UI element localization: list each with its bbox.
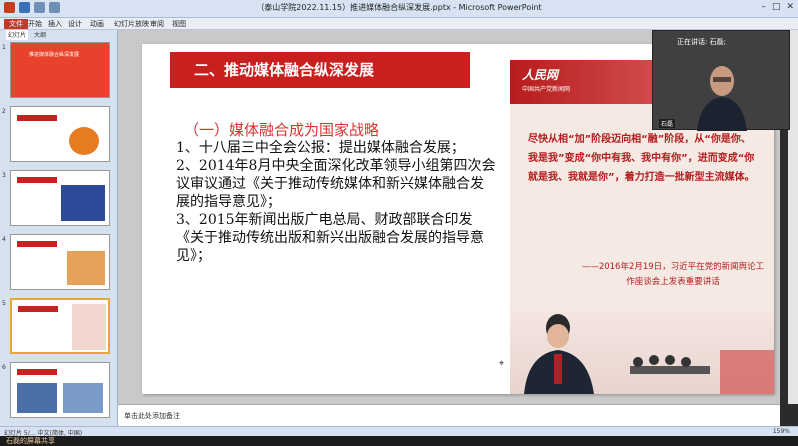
- slide-subtitle[interactable]: （一）媒体融合成为国家战略: [184, 119, 379, 140]
- thumbnail-number: 6: [2, 364, 6, 371]
- tab-design[interactable]: 设计: [68, 19, 82, 29]
- thumbnail-banner: [17, 115, 57, 121]
- bullet-point-2: 2、2014年8月中央全面深化改革领导小组第四次会议审议通过《关于推动传统媒体和…: [176, 158, 496, 210]
- tab-slides[interactable]: 幻灯片: [6, 30, 29, 40]
- minimize-icon[interactable]: –: [761, 2, 766, 12]
- thumbnail-image: [72, 304, 106, 350]
- zoom-level[interactable]: 159%: [773, 428, 790, 435]
- thumbnail-number: 3: [2, 172, 6, 179]
- slide-thumbnail[interactable]: 推进媒体融合纵深发展: [10, 42, 110, 98]
- thumbnail-banner: [17, 241, 57, 247]
- people-daily-logo: 人民网: [522, 68, 559, 82]
- notes-placeholder: 单击此处添加备注: [124, 412, 180, 420]
- thumbnail-banner: [17, 369, 57, 375]
- slide-body-text[interactable]: 1、十八届三中全会公报：提出媒体融合发展； 2、2014年8月中央全面深化改革领…: [176, 139, 496, 265]
- bullet-point-3: 3、2015年新闻出版广电总局、财政部联合印发《关于推动传统出版和新兴出版融合发…: [176, 212, 484, 264]
- slide-title[interactable]: 二、推动媒体融合纵深发展: [194, 59, 374, 80]
- panel-tabs: 幻灯片 大纲: [0, 30, 117, 40]
- tab-slideshow[interactable]: 幻灯片放映: [114, 19, 149, 29]
- slide-thumbnail[interactable]: [10, 170, 110, 226]
- participant-name: 石磊: [659, 119, 676, 128]
- thumbnail-number: 5: [2, 300, 6, 307]
- status-bar: 幻灯片 5/… 中文(简体, 中国) 159%: [0, 426, 798, 437]
- screen-share-bar: 石磊的屏幕共享: [0, 436, 798, 446]
- speaker-photo: [510, 310, 774, 394]
- thumbnail-graphic: [69, 127, 99, 155]
- thumbnail-image: [67, 251, 105, 285]
- notes-pane[interactable]: 单击此处添加备注: [118, 404, 780, 426]
- people-daily-sublogo: 中国共产党新闻网: [522, 86, 571, 93]
- maximize-icon[interactable]: □: [772, 2, 781, 12]
- thumbnail-number: 2: [2, 108, 6, 115]
- quote-attribution: ——2016年2月19日，习近平在党的新闻舆论工作座谈会上发表重要讲话: [581, 262, 765, 287]
- close-icon[interactable]: ✕: [786, 2, 794, 12]
- screen-share-label: 石磊的屏幕共享: [6, 437, 55, 445]
- tab-outline[interactable]: 大纲: [34, 30, 46, 40]
- thumbnail-image: [61, 185, 105, 221]
- thumbnail-image: [17, 383, 57, 413]
- speaker-avatar: [697, 66, 747, 131]
- tab-animation[interactable]: 动画: [90, 19, 104, 29]
- tab-home[interactable]: 开始: [28, 19, 42, 29]
- slide-thumbnail[interactable]: [10, 362, 110, 418]
- tab-insert[interactable]: 插入: [48, 19, 62, 29]
- slide-thumbnail[interactable]: [10, 234, 110, 290]
- quote-text: 尽快从相“加”阶段迈向相“融”阶段，从“你是你、我是我”变成“你中有我、我中有你…: [528, 134, 755, 183]
- window-titlebar: （泰山学院2022.11.15）推进媒体融合纵深发展.pptx - Micros…: [0, 0, 798, 18]
- tab-view[interactable]: 视图: [172, 19, 186, 29]
- thumbnail-number: 1: [2, 44, 6, 51]
- thumbnail-banner: [17, 177, 57, 183]
- speaker-photo-illustration: [524, 314, 774, 394]
- ribbon-tabs: 文件 开始 插入 设计 动画 幻灯片放映 审阅 视图: [0, 18, 798, 30]
- thumbnail-number: 4: [2, 236, 6, 243]
- speaker-video-overlay[interactable]: 正在讲话: 石磊; 石磊: [652, 30, 790, 131]
- window-controls: – □ ✕: [761, 2, 794, 12]
- slide-thumbnail-panel: 幻灯片 大纲 1 推进媒体融合纵深发展 2 3 4 5 6: [0, 30, 118, 434]
- window-title: （泰山学院2022.11.15）推进媒体融合纵深发展.pptx - Micros…: [256, 3, 542, 12]
- thumbnail-banner: [18, 306, 58, 312]
- tab-review[interactable]: 审阅: [150, 19, 164, 29]
- slide-thumbnail[interactable]: [10, 106, 110, 162]
- thumbnail-image: [63, 383, 103, 413]
- speaking-indicator: 正在讲话: 石磊;: [677, 38, 726, 46]
- tab-file[interactable]: 文件: [4, 19, 28, 29]
- bullet-point-1: 1、十八届三中全会公报：提出媒体融合发展；: [176, 140, 465, 156]
- mouse-cursor-icon: ⌖: [499, 359, 505, 369]
- thumbnail-title: 推进媒体融合纵深发展: [29, 52, 80, 58]
- slide-thumbnail-selected[interactable]: [10, 298, 110, 354]
